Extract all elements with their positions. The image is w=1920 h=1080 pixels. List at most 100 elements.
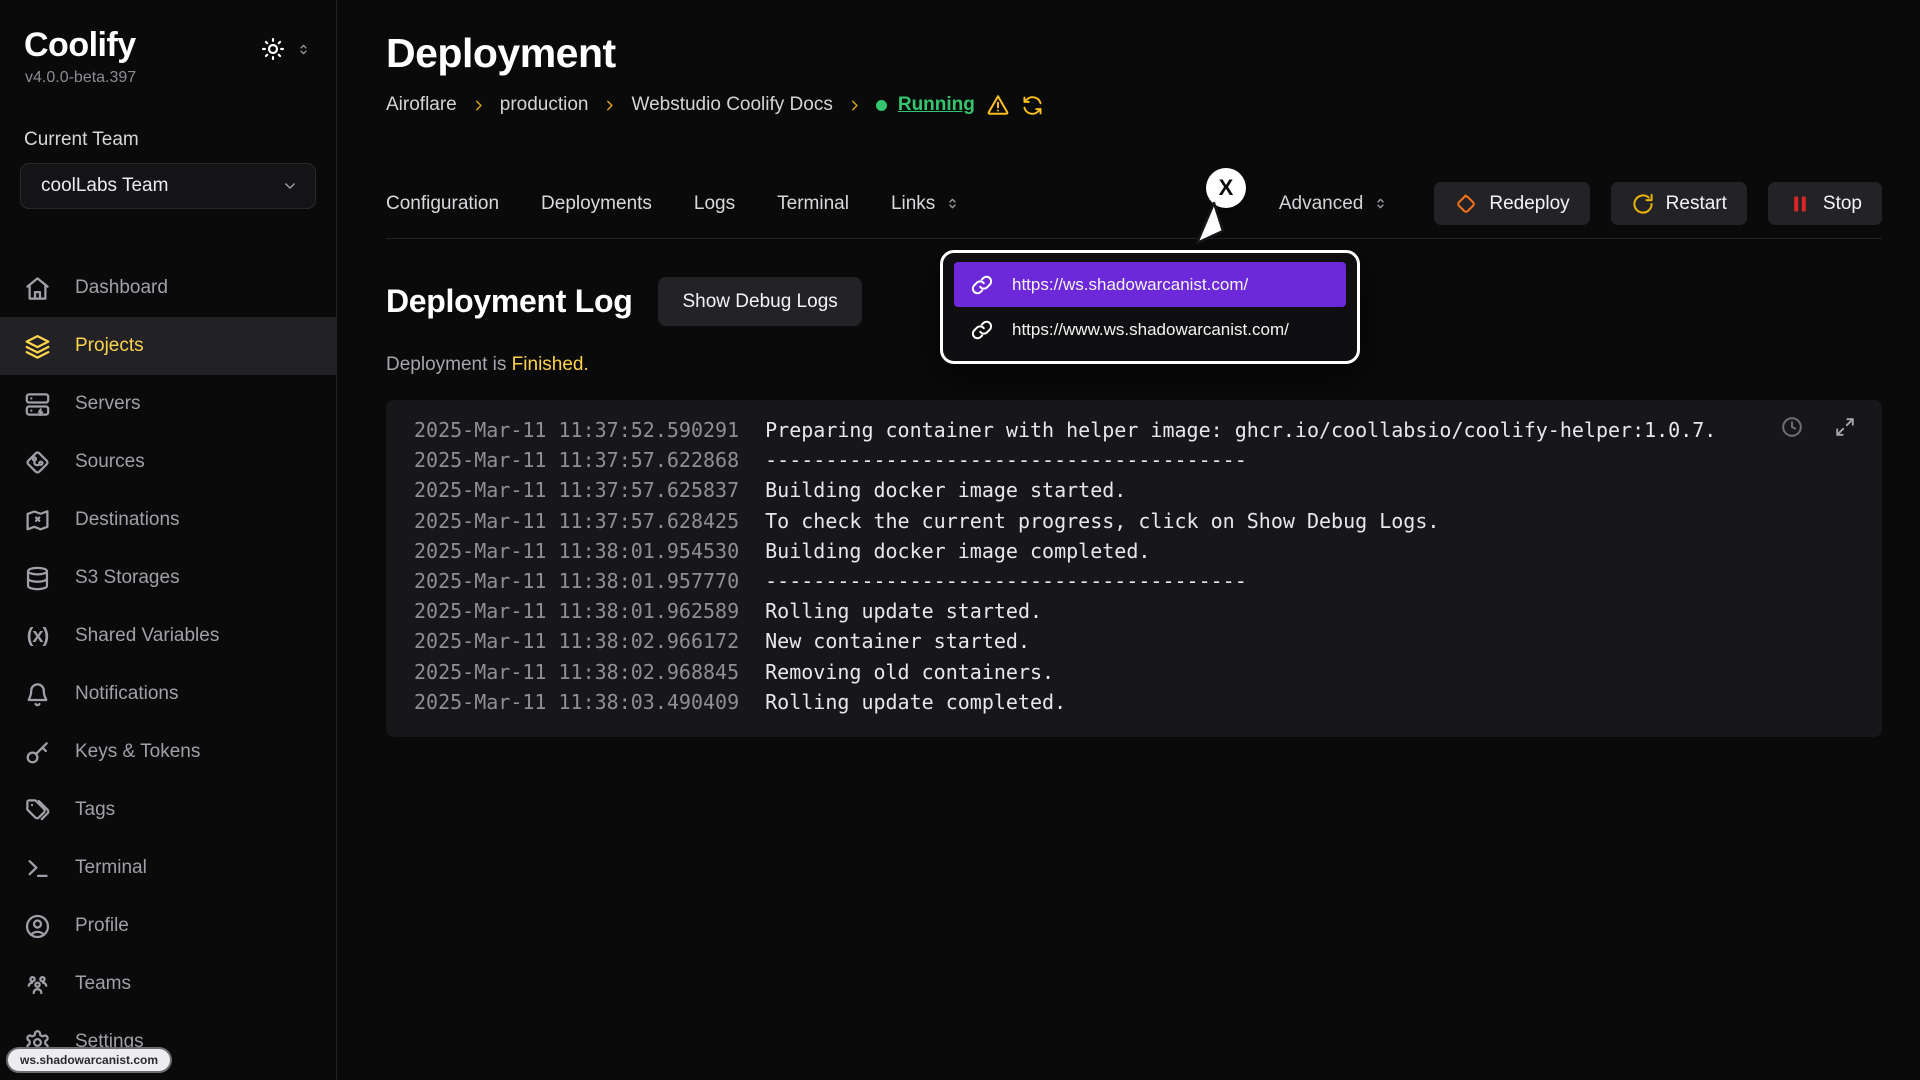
log-timestamp: 2025-Mar-11 11:38:01.954530: [414, 539, 739, 563]
stop-icon: [1788, 192, 1812, 216]
redeploy-button[interactable]: Redeploy: [1434, 182, 1589, 225]
current-team-label: Current Team: [24, 129, 312, 151]
team-select-value: coolLabs Team: [41, 175, 168, 197]
breadcrumb: Airoflare production Webstudio Coolify Doc…: [386, 93, 1882, 117]
home-icon: [24, 275, 51, 302]
chevron-right-icon: [846, 97, 863, 114]
database-icon: [24, 565, 51, 592]
sidebar-item-dashboard[interactable]: Dashboard: [0, 259, 336, 317]
sun-icon: [260, 36, 286, 62]
log-message: ----------------------------------------: [765, 448, 1247, 472]
log-line: 2025-Mar-11 11:38:02.968845Removing old …: [414, 657, 1854, 687]
link-item[interactable]: https://www.ws.shadowarcanist.com/: [954, 307, 1346, 352]
log-line: 2025-Mar-11 11:37:57.625837 Building dock…: [414, 475, 1854, 505]
log-message: To check the current progress, click on …: [765, 509, 1439, 533]
chevron-down-icon: [281, 177, 299, 195]
log-line: 2025-Mar-11 11:38:01.954530 Building dock…: [414, 536, 1854, 566]
log-timestamp: 2025-Mar-11 11:38:01.957770: [414, 569, 739, 593]
main-content: Deployment Airoflare production Webstudio …: [337, 0, 1920, 1080]
tab-logs[interactable]: Logs: [694, 193, 735, 215]
link-item[interactable]: https://ws.shadowarcanist.com/: [954, 262, 1346, 307]
layers-icon: [24, 333, 51, 360]
chevron-up-down-icon: [944, 195, 961, 212]
tab-configuration[interactable]: Configuration: [386, 193, 499, 215]
clock-icon[interactable]: [1780, 415, 1804, 439]
log-line: 2025-Mar-11 11:38:01.962589 Rolling updat…: [414, 596, 1854, 626]
sidebar-item-terminal[interactable]: Terminal: [0, 839, 336, 897]
chevron-right-icon: [470, 97, 487, 114]
sidebar-item-notifications[interactable]: Notifications: [0, 665, 336, 723]
log-message: Rolling update completed.: [765, 690, 1066, 714]
chevron-up-down-icon: [1372, 195, 1389, 212]
log-timestamp: 2025-Mar-11 11:37:57.628425: [414, 509, 739, 533]
git-branch-icon: [24, 449, 51, 476]
log-message: Removing old containers.: [765, 660, 1054, 684]
tabbar: Configuration Deployments Logs Terminal …: [386, 169, 1882, 239]
breadcrumb-item[interactable]: Airoflare: [386, 94, 457, 116]
actions: Advanced Redeploy Restart Stop: [1279, 182, 1882, 225]
sidebar-item-destinations[interactable]: Destinations: [0, 491, 336, 549]
warning-icon: [986, 93, 1010, 117]
tabs: Configuration Deployments Logs Terminal …: [386, 193, 961, 215]
server-icon: [24, 391, 51, 418]
log-timestamp: 2025-Mar-11 11:38:03.490409: [414, 690, 739, 714]
log-message: Rolling update started.: [765, 599, 1042, 623]
sidebar-nav: Dashboard Projects Servers Sources Desti…: [0, 259, 336, 1071]
sidebar-item-teams[interactable]: Teams: [0, 955, 336, 1013]
page-title: Deployment: [337, 0, 1920, 77]
breadcrumb-crumbs: Airoflare production Webstudio Coolify Doc…: [386, 94, 863, 116]
log-timestamp: 2025-Mar-11 11:38:02.966172: [414, 629, 739, 653]
log-message: ----------------------------------------: [765, 569, 1247, 593]
log-line: 2025-Mar-11 11:38:01.957770 -------------…: [414, 566, 1854, 596]
profile-icon: [24, 913, 51, 940]
terminal-icon: [24, 855, 51, 882]
link-url: https://www.ws.shadowarcanist.com/: [1012, 320, 1289, 340]
theme-toggle[interactable]: [260, 36, 312, 62]
refresh-icon[interactable]: [1021, 94, 1044, 117]
log-timestamp: 2025-Mar-11 11:37:57.625837: [414, 478, 739, 502]
log-timestamp: 2025-Mar-11 11:37:52.590291: [414, 418, 739, 442]
tab-deployments[interactable]: Deployments: [541, 193, 652, 215]
teams-icon: [24, 971, 51, 998]
log-message: Building docker image started.: [765, 478, 1126, 502]
sidebar-item-shared-variables[interactable]: (x) Shared Variables: [0, 607, 336, 665]
team-select[interactable]: coolLabs Team: [20, 163, 316, 209]
deployment-status-value: Finished.: [512, 354, 589, 375]
sidebar-item-profile[interactable]: Profile: [0, 897, 336, 955]
log-line: 2025-Mar-11 11:38:02.966172 New container…: [414, 626, 1854, 656]
advanced-dropdown[interactable]: Advanced: [1279, 193, 1390, 215]
status-cluster: Running: [876, 93, 1044, 117]
link-preview-tooltip: ws.shadowarcanist.com: [6, 1047, 172, 1073]
show-debug-logs-button[interactable]: Show Debug Logs: [658, 277, 861, 326]
variable-icon: (x): [24, 623, 51, 650]
sidebar-item-keys-tokens[interactable]: Keys & Tokens: [0, 723, 336, 781]
sidebar-item-sources[interactable]: Sources: [0, 433, 336, 491]
bell-icon: [24, 681, 51, 708]
app-version: v4.0.0-beta.397: [0, 65, 336, 87]
log-box: 2025-Mar-11 11:37:52.590291Preparing con…: [386, 400, 1882, 737]
log-message: Building docker image completed.: [765, 539, 1150, 563]
sidebar-item-s3-storages[interactable]: S3 Storages: [0, 549, 336, 607]
sidebar: Coolify v4.0.0-beta.397 Current Team coo…: [0, 0, 337, 1080]
link-url: https://ws.shadowarcanist.com/: [1012, 275, 1248, 295]
status-running-link[interactable]: Running: [898, 94, 975, 116]
log-message: New container started.: [765, 629, 1030, 653]
log-timestamp: 2025-Mar-11 11:38:01.962589: [414, 599, 739, 623]
log-line: 2025-Mar-11 11:37:57.628425 To check the …: [414, 506, 1854, 536]
breadcrumb-item[interactable]: production: [500, 94, 589, 116]
tag-icon: [24, 797, 51, 824]
sidebar-item-servers[interactable]: Servers: [0, 375, 336, 433]
restart-button[interactable]: Restart: [1611, 182, 1747, 225]
log-line: 2025-Mar-11 11:37:57.622868-------------…: [414, 445, 1854, 475]
sidebar-item-projects[interactable]: Projects: [0, 317, 336, 375]
stop-button[interactable]: Stop: [1768, 182, 1882, 225]
breadcrumb-item[interactable]: Webstudio Coolify Docs: [631, 94, 832, 116]
redeploy-icon: [1454, 192, 1478, 216]
tab-links[interactable]: Links: [891, 193, 961, 215]
chevron-right-icon: [601, 97, 618, 114]
tab-terminal[interactable]: Terminal: [777, 193, 849, 215]
link-icon: [970, 318, 994, 342]
expand-icon[interactable]: [1834, 416, 1856, 438]
links-dropdown: https://ws.shadowarcanist.com/ https://w…: [940, 250, 1360, 364]
sidebar-item-tags[interactable]: Tags: [0, 781, 336, 839]
